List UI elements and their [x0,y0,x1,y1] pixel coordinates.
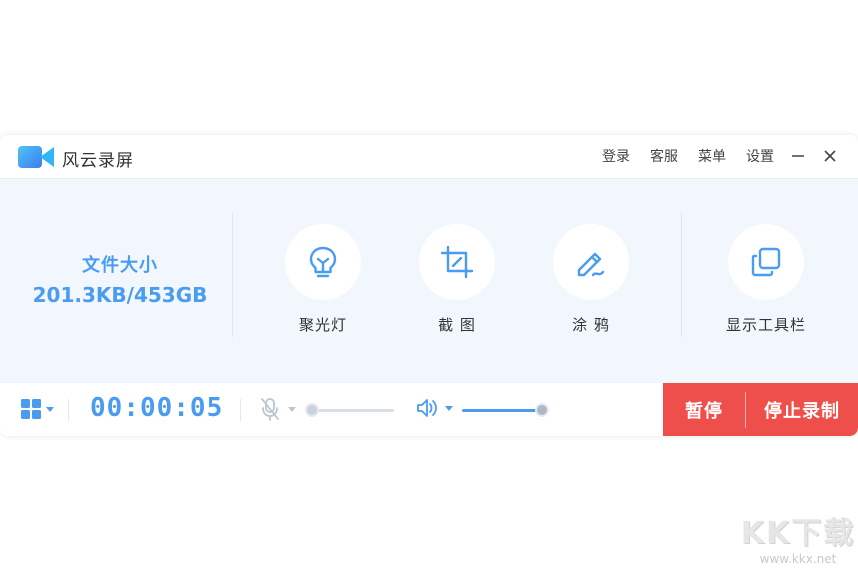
crop-icon [440,245,474,279]
divider [232,213,233,337]
lightbulb-icon [309,246,337,278]
main-panel: 文件大小 201.3KB/453GB 聚光灯 截 图 涂 鸦 显示工具栏 [0,179,858,383]
chevron-down-icon [288,407,296,412]
microphone-muted-icon [261,398,279,421]
file-size-value: 201.3KB/453GB [32,283,208,307]
doodle-button[interactable]: 涂 鸦 [541,224,641,335]
watermark: KK下载 www.kkx.net [738,516,858,567]
divider [681,213,682,337]
close-icon[interactable] [822,147,838,165]
screenshot-button[interactable]: 截 图 [407,224,507,335]
divider [240,399,241,421]
show-toolbar-label: 显示工具栏 [725,316,806,334]
title-bar: 风云录屏 登录 客服 菜单 设置 [0,135,858,179]
pen-icon [577,252,605,277]
copy-icon [751,247,781,277]
bottom-bar: 00:00:05 暂停 停止录制 [0,383,858,436]
doodle-label: 涂 鸦 [572,316,610,334]
recorder-window: 风云录屏 登录 客服 菜单 设置 文件大小 201.3KB/453GB 聚光灯 … [0,135,858,436]
volume-level-fill [462,409,542,412]
screenshot-label: 截 图 [438,316,476,334]
spotlight-button[interactable]: 聚光灯 [273,224,373,335]
settings-link[interactable]: 设置 [746,146,774,166]
file-size-label: 文件大小 [82,255,158,276]
stop-recording-button[interactable]: 停止录制 [746,383,858,436]
screenshot-circle [419,224,495,300]
divider [68,399,69,421]
watermark-url: www.kkx.net [759,552,837,566]
app-logo-icon [18,146,54,168]
support-link[interactable]: 客服 [650,146,678,166]
show-toolbar-circle [728,224,804,300]
layout-selector[interactable] [20,398,56,420]
speaker-icon [417,399,437,417]
recording-timer: 00:00:05 [90,393,224,423]
spotlight-label: 聚光灯 [298,316,347,334]
chevron-down-icon [445,406,453,411]
menu-link[interactable]: 菜单 [698,146,726,166]
titlebar-actions: 登录 客服 菜单 设置 [582,146,838,166]
chevron-down-icon [46,407,54,412]
doodle-circle [553,224,629,300]
show-toolbar-button[interactable]: 显示工具栏 [716,224,816,335]
spotlight-circle [285,224,361,300]
file-size-info: 文件大小 201.3KB/453GB [20,251,220,307]
grid-icon [21,399,41,419]
login-link[interactable]: 登录 [602,146,630,166]
volume-slider-knob[interactable] [535,403,549,417]
minimize-icon[interactable] [790,147,806,165]
speaker-toggle[interactable] [415,397,455,419]
microphone-slider[interactable] [312,409,394,412]
microphone-toggle[interactable] [260,397,298,421]
recording-controls: 暂停 停止录制 [663,383,858,436]
microphone-slider-knob[interactable] [305,403,319,417]
app-title: 风云录屏 [62,151,134,171]
watermark-logo: KK下载 [740,516,856,551]
pause-button[interactable]: 暂停 [663,383,745,436]
